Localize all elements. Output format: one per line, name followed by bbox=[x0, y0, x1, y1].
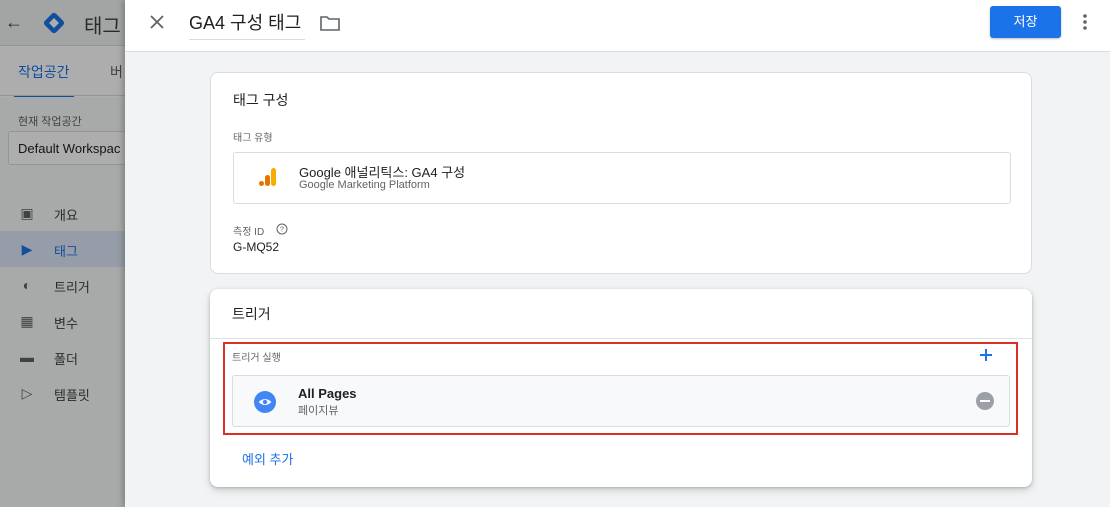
tag-type-label: 태그 유형 bbox=[233, 133, 273, 144]
divider bbox=[210, 338, 1032, 339]
firing-triggers-label: 트리거 실행 bbox=[232, 353, 281, 364]
add-exception-link[interactable]: 예외 추가 bbox=[242, 449, 293, 468]
triggering-card: 트리거 트리거 실행 All Pages 페이지뷰 예외 추가 bbox=[210, 289, 1032, 487]
panel-header: GA4 구성 태그 저장 bbox=[125, 0, 1110, 52]
measurement-id-label: 측정 ID bbox=[233, 227, 265, 238]
tag-config-title: 태그 구성 bbox=[233, 92, 289, 108]
tag-type-platform: Google Marketing Platform bbox=[299, 179, 430, 191]
triggering-title: 트리거 bbox=[232, 306, 271, 322]
close-icon[interactable] bbox=[145, 10, 169, 34]
tag-type-selector[interactable]: Google 애널리틱스: GA4 구성 Google Marketing Pl… bbox=[233, 152, 1011, 204]
help-icon[interactable]: ? bbox=[276, 223, 288, 235]
trigger-row[interactable]: All Pages 페이지뷰 bbox=[232, 375, 1010, 427]
folder-icon[interactable] bbox=[319, 12, 341, 34]
measurement-id-value[interactable]: G-MQ52 bbox=[233, 240, 279, 254]
save-button[interactable]: 저장 bbox=[990, 6, 1061, 38]
add-trigger-icon[interactable] bbox=[978, 347, 994, 363]
remove-circle-icon[interactable] bbox=[975, 391, 995, 411]
trigger-type: 페이지뷰 bbox=[298, 405, 339, 417]
more-vert-icon[interactable] bbox=[1075, 10, 1095, 34]
eye-icon bbox=[254, 391, 276, 413]
tag-editor-panel: GA4 구성 태그 저장 태그 구성 태그 유형 Google 애널리틱스: G… bbox=[125, 0, 1110, 507]
tag-name-input[interactable]: GA4 구성 태그 bbox=[189, 10, 306, 40]
google-analytics-icon bbox=[259, 168, 276, 186]
svg-text:?: ? bbox=[280, 227, 284, 234]
trigger-name: All Pages bbox=[298, 386, 357, 401]
tag-config-card: 태그 구성 태그 유형 Google 애널리틱스: GA4 구성 Google … bbox=[210, 72, 1032, 274]
